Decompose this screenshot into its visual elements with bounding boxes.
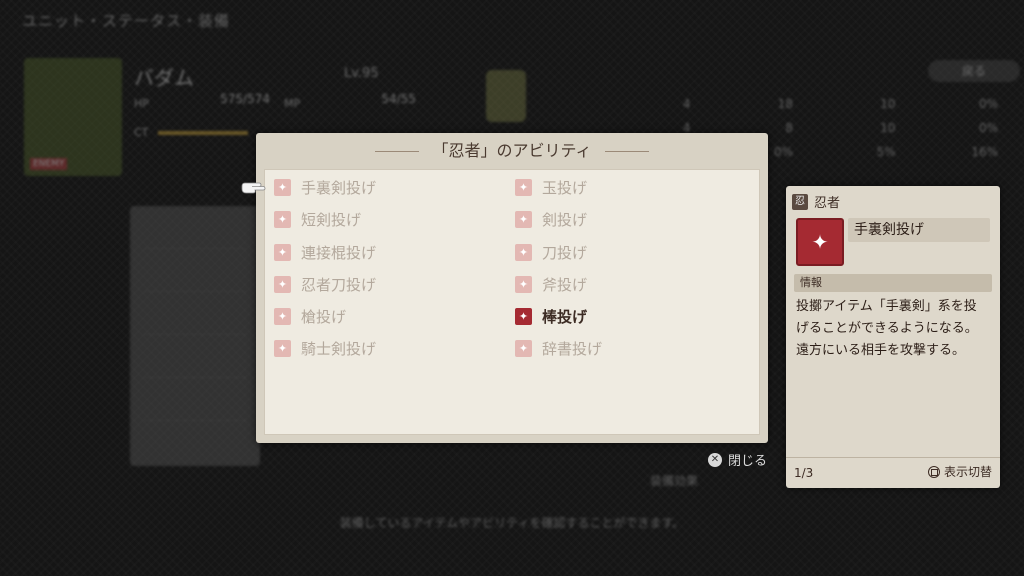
ct-bar	[158, 131, 248, 135]
ability-item[interactable]: ✦ 剣投げ	[515, 206, 587, 232]
footer-hint: 装備しているアイテムやアビリティを確認することができます。	[339, 516, 685, 530]
ability-info-card: 忍 忍者 ✦ 手裏剣投げ 情報 投擲アイテム「手裏剣」系を投 げることができるよ…	[786, 186, 1000, 488]
ability-large-icon: ✦	[796, 218, 844, 266]
ability-item[interactable]: ✦ 斧投げ	[515, 271, 587, 297]
description-line: 遠方にいる相手を攻撃する。	[796, 343, 966, 358]
ability-item-learned[interactable]: ✦ 棒投げ	[515, 303, 587, 329]
throw-icon: ✦	[515, 243, 532, 261]
ability-label: 手裏剣投げ	[301, 178, 377, 197]
ability-label: 玉投げ	[542, 178, 588, 197]
unit-portrait: ENEMY	[24, 58, 122, 176]
ability-item[interactable]: ✦ 刀投げ	[515, 239, 587, 265]
throw-icon: ✦	[274, 210, 291, 228]
ability-item[interactable]: ✦ 玉投げ	[515, 174, 587, 200]
hp-label: HP	[134, 97, 149, 110]
stat-cell: 18	[777, 97, 793, 111]
ability-item[interactable]: ✦ 騎士剣投げ	[274, 335, 376, 361]
ability-item[interactable]: ✦ 連接棍投げ	[274, 239, 376, 265]
card-divider	[786, 457, 1000, 458]
title-ornament	[604, 151, 649, 152]
close-button[interactable]: ✕ 閉じる	[708, 450, 767, 469]
ability-item[interactable]: ✦ 手裏剣投げ	[274, 174, 376, 200]
stat-cell: 16%	[971, 145, 998, 159]
throw-icon: ✦	[274, 307, 291, 325]
ability-item[interactable]: ✦ 辞書投げ	[515, 335, 602, 361]
stat-cell: 0%	[978, 97, 998, 111]
equipment-slot	[144, 216, 246, 249]
throw-icon: ✦	[515, 210, 532, 228]
ability-label: 辞書投げ	[542, 339, 603, 358]
title-ornament	[375, 151, 420, 152]
ct-label: CT	[134, 126, 149, 139]
enemy-badge: ENEMY	[30, 158, 68, 170]
unit-level: Lv.95	[344, 66, 379, 81]
ability-panel-title-bar: 「忍者」のアビリティ	[256, 133, 768, 169]
card-header: 忍 忍者	[792, 192, 840, 211]
description-line: げることができるようになる。	[796, 321, 978, 336]
job-icon: 忍	[792, 193, 808, 210]
ability-item[interactable]: ✦ 短剣投げ	[274, 206, 361, 232]
stat-cell: 5%	[876, 145, 896, 159]
square-button-icon	[927, 465, 940, 478]
cross-button-icon: ✕	[708, 452, 722, 467]
pointer-hand-icon	[241, 182, 266, 194]
unit-sprite	[486, 70, 526, 122]
hp-value: 575/574	[220, 92, 270, 106]
job-name: 忍者	[814, 196, 841, 211]
hp-stat: HP 575/574	[134, 92, 404, 197]
ability-label: 忍者刀投げ	[301, 275, 377, 294]
stat-cell: 4	[682, 97, 691, 111]
ability-label: 槍投げ	[301, 307, 347, 326]
back-button[interactable]: 戻る	[928, 60, 1020, 82]
ability-label: 棒投げ	[542, 307, 588, 326]
stat-cell: 10	[880, 121, 896, 135]
throw-icon: ✦	[515, 307, 532, 325]
mp-stat: MP 54/55	[284, 92, 700, 197]
section-label: 情報	[794, 274, 992, 292]
toggle-view-button[interactable]: 表示切替	[927, 463, 992, 480]
equipment-slot	[144, 388, 246, 421]
ability-label: 刀投げ	[542, 243, 588, 262]
equip-effect-hint: 装備効果	[650, 474, 699, 488]
ability-label: 短剣投げ	[301, 210, 362, 229]
ability-item[interactable]: ✦ 槍投げ	[274, 303, 346, 329]
throw-icon: ✦	[274, 339, 291, 357]
stat-cell: 0%	[978, 121, 998, 135]
equipment-slot	[144, 302, 246, 335]
ability-item[interactable]: ✦ 忍者刀投げ	[274, 271, 376, 297]
stat-cell: 10	[880, 97, 896, 111]
equipment-slot	[144, 345, 246, 378]
ability-description: 投擲アイテム「手裏剣」系を投 げることができるようになる。 遠方にいる相手を攻撃…	[796, 296, 992, 362]
ability-label: 斧投げ	[542, 275, 588, 294]
ability-panel-title: 「忍者」のアビリティ	[432, 141, 592, 160]
stats-row: 4 18 10 0%	[600, 92, 1010, 116]
throw-icon: ✦	[515, 339, 532, 357]
ability-label: 連接棍投げ	[301, 243, 377, 262]
mp-label: MP	[284, 97, 301, 110]
mp-value: 54/55	[381, 92, 416, 106]
close-label: 閉じる	[728, 454, 768, 469]
throw-icon: ✦	[274, 178, 291, 196]
ability-label: 騎士剣投げ	[301, 339, 377, 358]
unit-name: バダム	[134, 66, 194, 90]
ability-label: 剣投げ	[542, 210, 588, 229]
description-line: 投擲アイテム「手裏剣」系を投	[796, 299, 977, 314]
throw-icon: ✦	[274, 275, 291, 293]
equipment-slot	[144, 259, 246, 292]
equipment-list	[130, 206, 260, 466]
toggle-label: 表示切替	[943, 465, 992, 479]
breadcrumb: ユニット・ステータス・装備	[22, 12, 231, 30]
page-indicator: 1/3	[794, 466, 814, 480]
throw-icon: ✦	[515, 275, 532, 293]
throw-icon: ✦	[515, 178, 532, 196]
throw-icon: ✦	[274, 243, 291, 261]
ability-name: 手裏剣投げ	[848, 218, 990, 242]
